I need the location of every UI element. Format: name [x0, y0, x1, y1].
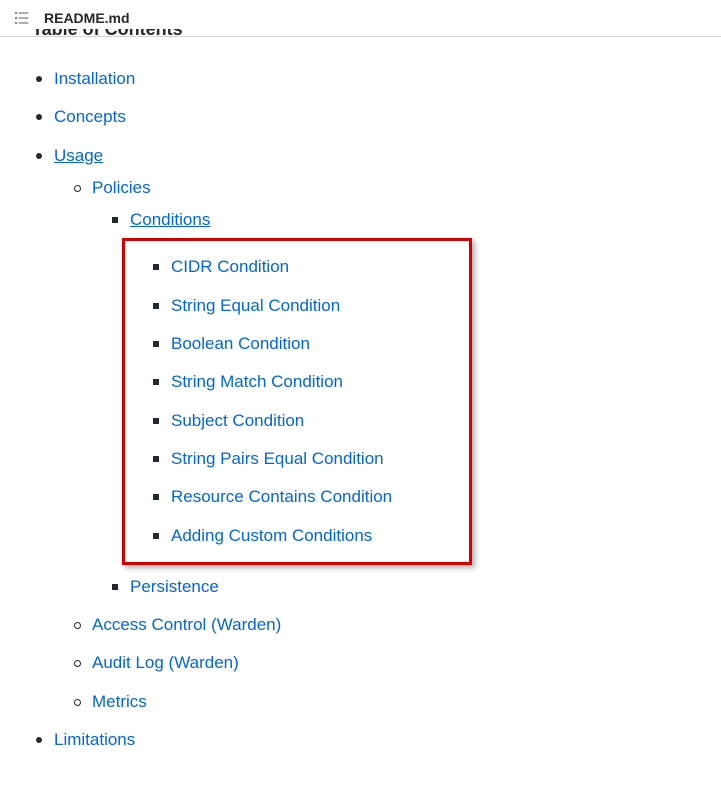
list-item: String Pairs Equal Condition [171, 443, 465, 475]
highlight-box: CIDR Condition String Equal Condition Bo… [122, 238, 472, 564]
list-item: Subject Condition [171, 405, 465, 437]
list-item: Audit Log (Warden) [92, 647, 689, 679]
list-item: Usage Policies Conditions CIDR Condition [54, 140, 689, 718]
toc-list: Installation Concepts Usage Policies Con… [32, 63, 689, 756]
list-item: Installation [54, 63, 689, 95]
link-conditions[interactable]: Conditions [130, 210, 210, 229]
file-name: README.md [44, 10, 130, 26]
list-item: Access Control (Warden) [92, 609, 689, 641]
link-cidr-condition[interactable]: CIDR Condition [171, 257, 289, 276]
list-item: Metrics [92, 686, 689, 718]
link-limitations[interactable]: Limitations [54, 730, 135, 749]
list-item: Limitations [54, 724, 689, 756]
link-usage[interactable]: Usage [54, 146, 103, 165]
link-installation[interactable]: Installation [54, 69, 135, 88]
link-audit-log[interactable]: Audit Log (Warden) [92, 653, 239, 672]
list-item: Adding Custom Conditions [171, 520, 465, 552]
list-item: Policies Conditions CIDR Condition [92, 172, 689, 603]
list-item: Resource Contains Condition [171, 481, 465, 513]
link-string-pairs-equal-condition[interactable]: String Pairs Equal Condition [171, 449, 384, 468]
list-item: Concepts [54, 101, 689, 133]
link-resource-contains-condition[interactable]: Resource Contains Condition [171, 487, 392, 506]
list-item: Boolean Condition [171, 328, 465, 360]
link-persistence[interactable]: Persistence [130, 577, 219, 596]
toc-icon[interactable] [14, 10, 30, 26]
list-item: CIDR Condition [171, 251, 465, 283]
list-item: Conditions CIDR Condition String Equal C… [130, 204, 689, 565]
readme-content: Table of Contents Installation Concepts … [0, 29, 721, 794]
list-item: Persistence [130, 571, 689, 603]
link-policies[interactable]: Policies [92, 178, 151, 197]
link-boolean-condition[interactable]: Boolean Condition [171, 334, 310, 353]
list-item: String Match Condition [171, 366, 465, 398]
link-subject-condition[interactable]: Subject Condition [171, 411, 304, 430]
link-concepts[interactable]: Concepts [54, 107, 126, 126]
list-item: String Equal Condition [171, 290, 465, 322]
link-adding-custom-conditions[interactable]: Adding Custom Conditions [171, 526, 372, 545]
toc-heading: Table of Contents [32, 29, 689, 47]
link-metrics[interactable]: Metrics [92, 692, 147, 711]
link-string-match-condition[interactable]: String Match Condition [171, 372, 343, 391]
link-access-control[interactable]: Access Control (Warden) [92, 615, 281, 634]
link-string-equal-condition[interactable]: String Equal Condition [171, 296, 340, 315]
